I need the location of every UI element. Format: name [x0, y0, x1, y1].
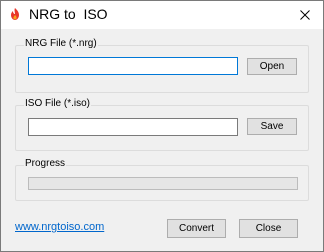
- close-button[interactable]: Close: [239, 219, 298, 238]
- nrg-file-group: NRG File (*.nrg) Open: [15, 37, 309, 93]
- app-icon: [8, 7, 22, 21]
- nrg-file-label: NRG File (*.nrg): [24, 37, 98, 51]
- progress-bar: [28, 177, 298, 190]
- title-bar[interactable]: NRG to ISO: [1, 1, 323, 29]
- close-window-button[interactable]: [287, 1, 323, 29]
- convert-button[interactable]: Convert: [167, 219, 226, 238]
- nrg-to-iso-window: NRG to ISO NRG File (*.nrg) Open ISO Fil…: [0, 0, 324, 252]
- nrg-file-input[interactable]: [28, 57, 238, 75]
- iso-file-group: ISO File (*.iso) Save: [15, 97, 309, 151]
- website-link[interactable]: www.nrgtoiso.com: [15, 221, 104, 233]
- iso-file-label: ISO File (*.iso): [24, 97, 92, 111]
- save-button[interactable]: Save: [247, 118, 297, 135]
- iso-file-input[interactable]: [28, 118, 238, 136]
- open-button[interactable]: Open: [247, 58, 297, 75]
- progress-group: Progress: [15, 157, 309, 201]
- close-icon: [300, 10, 310, 20]
- window-title: NRG to ISO: [29, 6, 108, 22]
- progress-label: Progress: [24, 157, 67, 171]
